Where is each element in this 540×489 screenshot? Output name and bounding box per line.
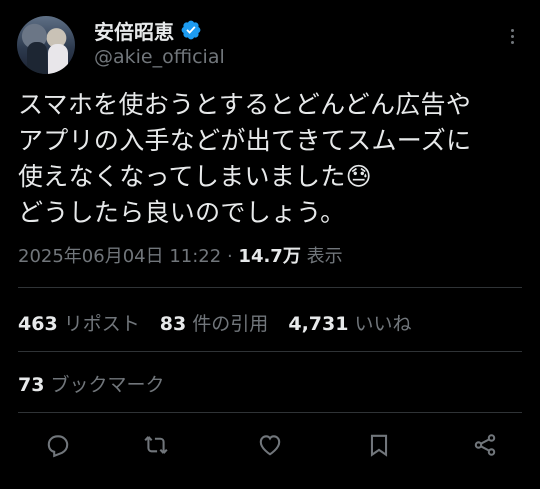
reposts-count[interactable]: 463 xyxy=(18,313,58,335)
bookmarks-label[interactable]: ブックマーク xyxy=(51,374,165,396)
quotes-count[interactable]: 83 xyxy=(160,313,186,335)
tweet-header: 安倍昭恵 @akie_official xyxy=(17,16,522,76)
divider xyxy=(18,351,522,352)
repost-icon[interactable] xyxy=(143,432,169,458)
like-icon[interactable] xyxy=(257,432,283,458)
handle[interactable]: @akie_official xyxy=(94,46,225,68)
engagement-stats: 463 リポスト 83 件の引用 4,731 いいね xyxy=(18,309,426,336)
tweet-line: アプリの入手などが出てきてスムーズに xyxy=(18,126,472,155)
reply-icon[interactable] xyxy=(45,432,71,458)
likes-label[interactable]: いいね xyxy=(355,313,412,335)
bookmark-icon[interactable] xyxy=(366,432,392,458)
likes-count[interactable]: 4,731 xyxy=(288,313,348,335)
tweet-line: スマホを使おうとするとどんどん広告や xyxy=(18,90,472,119)
divider xyxy=(18,412,522,413)
bookmarks-count[interactable]: 73 xyxy=(18,374,44,396)
avatar[interactable] xyxy=(17,16,75,74)
share-icon[interactable] xyxy=(472,432,498,458)
verified-badge-icon xyxy=(181,20,201,40)
divider xyxy=(18,287,522,288)
timestamp[interactable]: 2025年06月04日 11:22 xyxy=(18,246,221,267)
tweet-text: スマホを使おうとするとどんどん広告や アプリの入手などが出てきてスムーズに 使え… xyxy=(18,87,528,231)
tweet-line: どうしたら良いのでしょう。 xyxy=(18,198,346,227)
views-count: 14.7万 xyxy=(238,246,301,267)
quotes-label[interactable]: 件の引用 xyxy=(192,313,268,335)
tweet-meta: 2025年06月04日 11:22 · 14.7万 表示 xyxy=(18,242,343,268)
name-row: 安倍昭恵 xyxy=(94,16,202,44)
display-name[interactable]: 安倍昭恵 xyxy=(94,16,174,45)
views-label: 表示 xyxy=(306,246,343,267)
bookmark-stats: 73 ブックマーク xyxy=(18,370,165,397)
action-bar xyxy=(0,432,540,462)
more-icon[interactable] xyxy=(502,26,522,46)
reposts-label[interactable]: リポスト xyxy=(64,313,140,335)
tweet-line: 使えなくなってしまいました😓 xyxy=(18,162,373,191)
separator: · xyxy=(226,246,233,267)
